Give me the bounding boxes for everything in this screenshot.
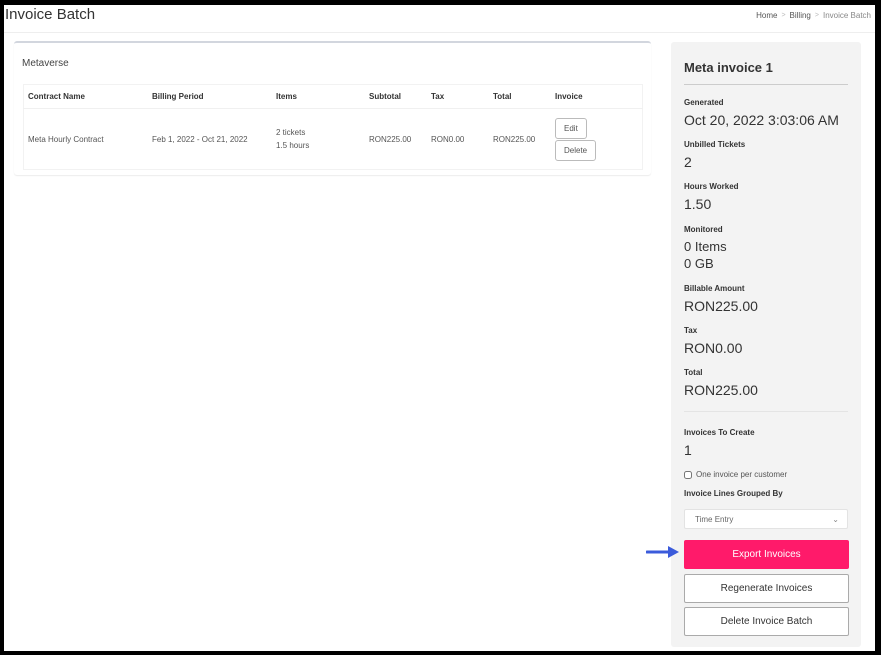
invoices-to-create-value: 1 bbox=[684, 442, 692, 458]
page-title: Invoice Batch bbox=[5, 6, 96, 23]
hours-worked-label: Hours Worked bbox=[684, 182, 739, 191]
column-header-invoice: Invoice bbox=[551, 84, 643, 109]
unbilled-tickets-value: 2 bbox=[684, 154, 692, 170]
invoice-actions: Edit Delete bbox=[551, 109, 643, 170]
one-invoice-per-customer-option[interactable]: One invoice per customer bbox=[684, 470, 787, 479]
chevron-down-icon: ⌄ bbox=[832, 514, 839, 524]
billing-period: Feb 1, 2022 - Oct 21, 2022 bbox=[152, 134, 248, 144]
one-invoice-per-customer-checkbox[interactable] bbox=[684, 470, 692, 479]
edit-button[interactable]: Edit bbox=[555, 117, 587, 139]
page: Invoice Batch Home > Billing > Invoice B… bbox=[4, 5, 875, 651]
tax: RON0.00 bbox=[431, 134, 465, 144]
breadcrumb-home[interactable]: Home bbox=[756, 11, 777, 20]
tax-value: RON0.00 bbox=[684, 340, 743, 356]
divider bbox=[684, 411, 848, 412]
total-label: Total bbox=[684, 368, 703, 377]
generated-value: Oct 20, 2022 3:03:06 AM bbox=[684, 112, 839, 128]
monitored-items: 0 Items bbox=[684, 239, 727, 254]
column-header-items: Items bbox=[272, 84, 365, 109]
table-header-row: Contract Name Billing Period Items Subto… bbox=[23, 84, 643, 109]
breadcrumb-separator: > bbox=[781, 12, 786, 19]
items-tickets: 2 tickets bbox=[276, 128, 306, 137]
billable-amount-label: Billable Amount bbox=[684, 284, 745, 293]
column-header-subtotal: Subtotal bbox=[365, 84, 427, 109]
contract-name: Meta Hourly Contract bbox=[28, 134, 104, 144]
column-header-contract-name: Contract Name bbox=[23, 84, 148, 109]
column-header-tax: Tax bbox=[427, 84, 489, 109]
breadcrumb-separator: > bbox=[814, 12, 819, 19]
hours-worked-value: 1.50 bbox=[684, 196, 712, 212]
grouped-by-label: Invoice Lines Grouped By bbox=[684, 489, 783, 498]
items-cell: 2 tickets 1.5 hours bbox=[272, 109, 365, 170]
billable-amount-value: RON225.00 bbox=[684, 298, 758, 314]
one-invoice-per-customer-label: One invoice per customer bbox=[696, 470, 788, 479]
regenerate-invoices-button[interactable]: Regenerate Invoices bbox=[684, 574, 849, 603]
monitored-gb: 0 GB bbox=[684, 256, 714, 271]
breadcrumb-current: Invoice Batch bbox=[822, 11, 871, 20]
grouped-by-value: Time Entry bbox=[695, 514, 734, 524]
invoices-to-create-label: Invoices To Create bbox=[684, 428, 755, 437]
table-row: Meta Hourly Contract Feb 1, 2022 - Oct 2… bbox=[24, 109, 643, 170]
column-header-billing-period: Billing Period bbox=[148, 84, 272, 109]
tax-label: Tax bbox=[684, 326, 698, 335]
customer-name: Metaverse bbox=[22, 58, 69, 69]
items-hours: 1.5 hours bbox=[276, 141, 310, 150]
breadcrumb-billing[interactable]: Billing bbox=[790, 11, 811, 20]
contracts-table: Contract Name Billing Period Items Subto… bbox=[23, 84, 643, 170]
batch-card: Metaverse Contract Name Billing Period I… bbox=[14, 41, 651, 175]
unbilled-tickets-label: Unbilled Tickets bbox=[684, 140, 746, 149]
annotation-arrow-icon bbox=[646, 546, 679, 558]
total-value: RON225.00 bbox=[684, 382, 758, 398]
column-header-total: Total bbox=[489, 84, 551, 109]
invoice-summary-panel: Meta invoice 1 Generated Oct 20, 2022 3:… bbox=[671, 42, 861, 647]
generated-label: Generated bbox=[684, 98, 724, 107]
delete-invoice-batch-button[interactable]: Delete Invoice Batch bbox=[684, 607, 849, 636]
breadcrumb: Home > Billing > Invoice Batch bbox=[756, 11, 871, 20]
divider bbox=[684, 84, 848, 85]
monitored-label: Monitored bbox=[684, 225, 723, 234]
grouped-by-select[interactable]: Time Entry ⌄ bbox=[684, 509, 848, 529]
total: RON225.00 bbox=[493, 134, 536, 144]
delete-button[interactable]: Delete bbox=[555, 139, 597, 161]
subtotal: RON225.00 bbox=[369, 134, 412, 144]
export-invoices-button[interactable]: Export Invoices bbox=[684, 540, 849, 569]
invoice-title: Meta invoice 1 bbox=[684, 60, 773, 75]
page-header: Invoice Batch Home > Billing > Invoice B… bbox=[4, 5, 875, 33]
